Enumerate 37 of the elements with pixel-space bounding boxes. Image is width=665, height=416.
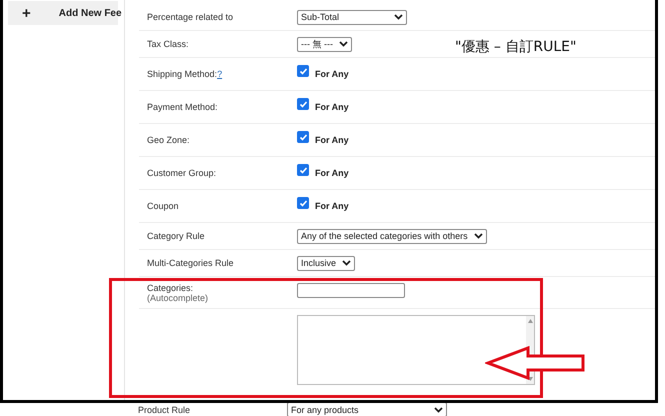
- checkbox[interactable]: [297, 98, 309, 110]
- scroll-up-icon: [528, 319, 532, 323]
- field-label: Customer Group:: [147, 168, 216, 178]
- dropdown[interactable]: Inclusive: [297, 256, 356, 270]
- dropdown[interactable]: For any products: [287, 402, 447, 416]
- field-label: Shipping Method:: [147, 69, 218, 79]
- dropdown[interactable]: Any of the selected categories with others: [297, 228, 487, 244]
- checkbox[interactable]: [297, 131, 309, 143]
- input-field[interactable]: [297, 283, 405, 298]
- field-label: Tax Class:: [147, 39, 189, 49]
- caret-icon: [434, 406, 443, 412]
- field-label: Categories:: [147, 283, 194, 293]
- field-label: Geo Zone:: [147, 135, 190, 145]
- field-label: Payment Method:: [147, 102, 218, 112]
- caret-icon: [338, 41, 348, 47]
- checkbox[interactable]: [297, 164, 309, 176]
- checkbox-label: For Any: [315, 168, 349, 178]
- field-label: Coupon: [147, 201, 179, 211]
- checkbox-label: For Any: [315, 201, 349, 211]
- field-label: Product Rule: [138, 404, 192, 414]
- checkbox-label: For Any: [315, 135, 349, 145]
- checkbox[interactable]: [297, 197, 309, 209]
- hint-text: (Autocomplete): [147, 293, 210, 303]
- checkbox[interactable]: [297, 65, 309, 77]
- annotation-text: "優惠 – 自訂RULE": [455, 38, 576, 56]
- field-label: Percentage related to: [147, 12, 234, 22]
- dropdown[interactable]: --- 無 ---: [297, 36, 352, 52]
- checkbox-label: For Any: [315, 102, 349, 112]
- checkbox-label: For Any: [315, 69, 349, 79]
- arrow-icon: [485, 346, 587, 380]
- field-label: Category Rule: [147, 231, 205, 241]
- help-link[interactable]: ?: [217, 69, 222, 79]
- caret-icon: [474, 233, 483, 239]
- field-label: Multi-Categories Rule: [147, 258, 234, 268]
- dropdown[interactable]: Sub-Total: [297, 10, 407, 24]
- caret-icon: [342, 260, 352, 266]
- caret-icon: [394, 14, 403, 20]
